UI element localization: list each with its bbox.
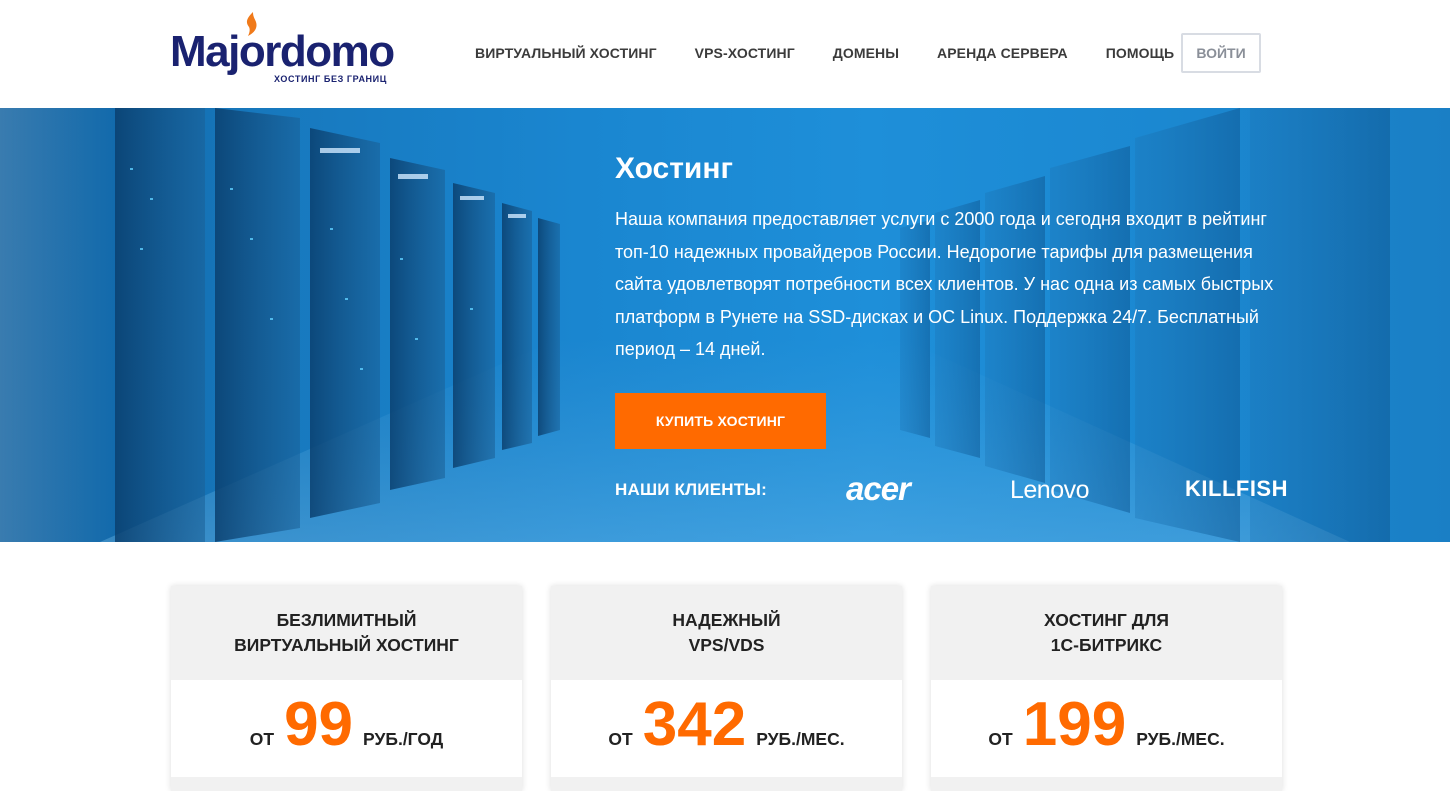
price-suffix: РУБ./МЕС. (756, 729, 845, 749)
nav-item-virtual-hosting[interactable]: ВИРТУАЛЬНЫЙ ХОСТИНГ (475, 45, 657, 61)
price-value: 99 (284, 690, 354, 759)
main-nav: ВИРТУАЛЬНЫЙ ХОСТИНГ VPS-ХОСТИНГ ДОМЕНЫ А… (475, 33, 1212, 73)
plan-title-line1: НАДЕЖНЫЙ (672, 610, 781, 630)
price-prefix: ОТ (988, 729, 1013, 749)
lenovo-logo: Lenovo (1010, 476, 1090, 504)
plan-card-header: БЕЗЛИМИТНЫЙ ВИРТУАЛЬНЫЙ ХОСТИНГ (171, 586, 522, 680)
plan-title-line2: ВИРТУАЛЬНЫЙ ХОСТИНГ (234, 635, 459, 655)
plan-card-vps[interactable]: НАДЕЖНЫЙ VPS/VDS ОТ 342 РУБ./МЕС. (551, 586, 902, 791)
price-value: 342 (642, 690, 747, 759)
nav-item-vps-hosting[interactable]: VPS-ХОСТИНГ (695, 45, 795, 61)
logo-wordmark: Majordomo (170, 27, 395, 76)
nav-item-help[interactable]: ПОМОЩЬ (1106, 45, 1174, 61)
majordomo-logo[interactable]: Majordomo ХОСТИНГ БЕЗ ГРАНИЦ (170, 12, 400, 88)
acer-logo: acer (846, 470, 911, 507)
clients-label: НАШИ КЛИЕНТЫ: (615, 480, 768, 499)
hero-title: Хостинг (615, 152, 733, 185)
plan-card-footer (551, 777, 902, 791)
plan-card-header: НАДЕЖНЫЙ VPS/VDS (551, 586, 902, 680)
site-header: Majordomo ХОСТИНГ БЕЗ ГРАНИЦ ВИРТУАЛЬНЫЙ… (0, 0, 1450, 108)
hero-banner: Хостинг Наша компания предоставляет услу… (0, 108, 1450, 542)
plan-title-line1: ХОСТИНГ ДЛЯ (1043, 610, 1170, 630)
price-prefix: ОТ (249, 729, 275, 749)
plan-price: ОТ 99 РУБ./ГОД (171, 680, 522, 777)
nav-item-domains[interactable]: ДОМЕНЫ (833, 45, 899, 61)
nav-item-server-rent[interactable]: АРЕНДА СЕРВЕРА (937, 45, 1068, 61)
price-prefix: ОТ (608, 729, 633, 749)
login-button[interactable]: ВОЙТИ (1181, 33, 1261, 73)
price-suffix: РУБ./МЕС. (1136, 729, 1225, 749)
price-value: 199 (1022, 690, 1127, 759)
plan-card-footer (931, 777, 1282, 791)
plan-card-footer (171, 777, 522, 791)
plan-card-header: ХОСТИНГ ДЛЯ 1С-БИТРИКС (931, 586, 1282, 680)
plan-card-bitrix[interactable]: ХОСТИНГ ДЛЯ 1С-БИТРИКС ОТ 199 РУБ./МЕС. (931, 586, 1282, 791)
buy-hosting-button[interactable]: КУПИТЬ ХОСТИНГ (615, 393, 826, 449)
plan-price: ОТ 342 РУБ./МЕС. (551, 680, 902, 777)
killfish-logo: KILLFISH (1185, 476, 1288, 501)
flame-icon (246, 12, 257, 36)
plan-title-line1: БЕЗЛИМИТНЫЙ (276, 610, 417, 630)
plan-price: ОТ 199 РУБ./МЕС. (931, 680, 1282, 777)
plan-title-line2: VPS/VDS (688, 635, 765, 655)
price-suffix: РУБ./ГОД (363, 729, 444, 749)
logo-tagline: ХОСТИНГ БЕЗ ГРАНИЦ (274, 74, 387, 84)
plan-title-line2: 1С-БИТРИКС (1050, 635, 1163, 655)
plan-card-virtual-hosting[interactable]: БЕЗЛИМИТНЫЙ ВИРТУАЛЬНЫЙ ХОСТИНГ ОТ 99 РУ… (171, 586, 522, 791)
hero-description: Наша компания предоставляет услуги с 200… (615, 209, 1274, 359)
